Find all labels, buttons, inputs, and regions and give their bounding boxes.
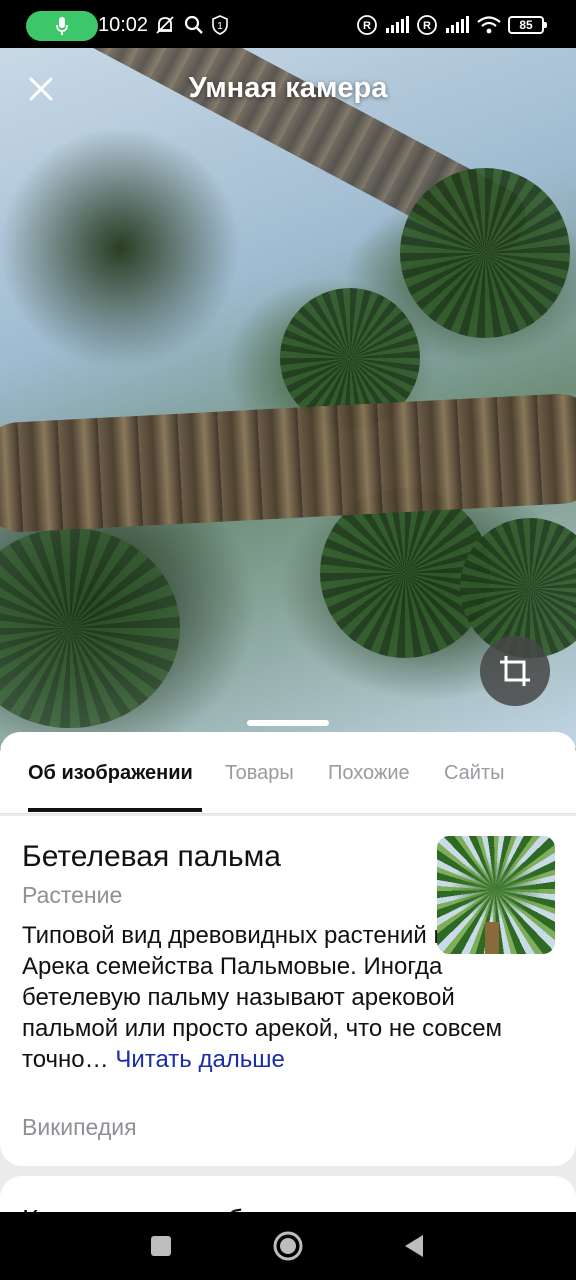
read-more-link[interactable]: Читать дальше: [115, 1046, 285, 1073]
home-button[interactable]: [270, 1228, 306, 1264]
tabs-bar: Об изображении Товары Похожие Сайты: [0, 732, 576, 814]
crop-button[interactable]: [480, 636, 550, 706]
tab-sites[interactable]: Сайты: [444, 762, 505, 785]
recents-square-icon: [151, 1236, 171, 1256]
status-bar: 10:02 1 R R 85: [0, 0, 576, 48]
wifi-icon: [477, 16, 501, 34]
object-thumbnail[interactable]: [437, 836, 555, 954]
active-tab-indicator: [28, 808, 202, 812]
photo-frond: [0, 528, 180, 728]
photo-preview: [0, 48, 576, 748]
registered-icon: R: [357, 15, 377, 35]
back-triangle-icon: [405, 1235, 423, 1257]
registered-icon: R: [417, 15, 437, 35]
svg-text:R: R: [363, 20, 371, 32]
thumbnail-trunk: [485, 922, 499, 954]
battery-icon: 85: [508, 16, 547, 34]
tab-products[interactable]: Товары: [225, 762, 294, 785]
object-title: Бетелевая пальма: [22, 840, 281, 873]
home-circle-icon: [273, 1231, 303, 1261]
signal-icon: [386, 16, 409, 33]
tab-similar[interactable]: Похожие: [328, 762, 410, 785]
tab-about-image[interactable]: Об изображении: [28, 762, 193, 785]
object-category: Растение: [22, 882, 123, 908]
mic-icon: [56, 17, 68, 35]
page-title: Умная камера: [188, 72, 388, 104]
signal-icon: [446, 16, 469, 33]
object-info-card: Бетелевая пальма Растение Типовой вид др…: [0, 816, 576, 1166]
search-icon: [184, 15, 203, 34]
sheet-drag-handle[interactable]: [247, 720, 329, 726]
photo-frond: [400, 168, 570, 338]
mute-icon: [156, 16, 174, 34]
back-button[interactable]: [396, 1228, 432, 1264]
sim-one-icon: 1: [212, 15, 228, 35]
svg-text:R: R: [423, 20, 431, 32]
system-nav-bar: [0, 1212, 576, 1280]
mic-indicator[interactable]: [26, 11, 98, 41]
results-sheet: Об изображении Товары Похожие Сайты Бете…: [0, 732, 576, 1212]
next-section-title: Кажется, на изображении: [22, 1204, 355, 1212]
next-section-card: Кажется, на изображении: [0, 1176, 576, 1212]
recents-button[interactable]: [143, 1228, 179, 1264]
status-time: 10:02: [98, 14, 149, 36]
svg-text:1: 1: [217, 21, 223, 32]
crop-icon: [500, 656, 530, 686]
photo-trunk: [0, 391, 576, 535]
source-link[interactable]: Википедия: [22, 1114, 137, 1141]
